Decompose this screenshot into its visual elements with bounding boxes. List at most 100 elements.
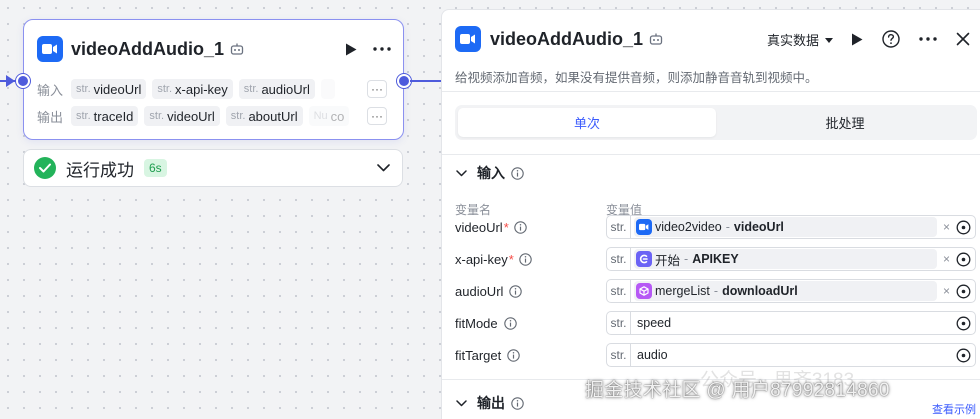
info-icon: [514, 220, 527, 234]
variable-row-videourl: videoUrl * str. video2video - videoUrl ×: [455, 215, 980, 239]
chevron-down-icon: [456, 399, 467, 407]
node-detail-panel: videoAddAudio_1 真实数据 给视频添加音频，如果没有提供音频，则添…: [441, 9, 980, 419]
run-duration-badge: 6s: [144, 159, 167, 177]
video-icon: [636, 219, 652, 235]
variable-picker-icon[interactable]: [956, 316, 971, 331]
robot-icon: [649, 33, 663, 46]
reference-field: APIKEY: [692, 252, 739, 266]
outputs-label: 输出: [37, 109, 64, 125]
info-icon: [507, 348, 520, 362]
variable-row-fittarget: fitTarget str. audio: [455, 343, 980, 367]
output-port[interactable]: [397, 74, 411, 88]
input-chip-overflow: [320, 79, 335, 99]
chevron-down-icon[interactable]: [377, 164, 390, 172]
clear-reference-button[interactable]: ×: [943, 252, 950, 266]
data-mode-select[interactable]: 真实数据: [767, 30, 833, 49]
robot-icon: [230, 43, 244, 56]
output-chip: str. videoUrl: [144, 106, 220, 126]
close-icon[interactable]: [956, 32, 970, 46]
reference-source: 开始: [655, 253, 681, 268]
info-icon: [503, 316, 517, 330]
help-icon[interactable]: [882, 30, 900, 48]
type-tag: str.: [607, 344, 631, 366]
panel-header: videoAddAudio_1 真实数据: [455, 26, 970, 52]
clear-reference-button[interactable]: ×: [943, 284, 950, 298]
variable-value-input[interactable]: speed: [637, 316, 956, 330]
output-section-title: 输出: [477, 395, 505, 411]
output-chip-overflow: Nu co: [308, 106, 350, 126]
info-icon: [511, 166, 524, 180]
inputs-more-button[interactable]: ···: [367, 80, 387, 98]
panel-description: 给视频添加音频，如果没有提供音频，则添加静音音轨到视频中。: [455, 71, 818, 85]
variable-picker-icon[interactable]: [956, 348, 971, 363]
type-tag: str.: [607, 280, 631, 302]
run-status-text: 运行成功: [66, 160, 134, 180]
variable-name: audioUrl: [455, 283, 504, 299]
run-status-bar[interactable]: 运行成功 6s: [23, 149, 403, 187]
run-test-button[interactable]: [851, 33, 863, 46]
data-mode-value: 真实数据: [766, 32, 819, 48]
output-section-header[interactable]: 输出: [456, 393, 524, 413]
reference-chip[interactable]: video2video - videoUrl: [634, 217, 937, 237]
variable-name: x-api-key: [455, 251, 508, 267]
panel-more-button[interactable]: [919, 37, 937, 41]
view-example-link[interactable]: 查看示例: [932, 401, 976, 417]
required-mark: *: [503, 219, 509, 235]
divider: [442, 154, 980, 155]
variable-value-input[interactable]: audio: [637, 348, 956, 362]
variable-value-field[interactable]: str. 开始 - APIKEY ×: [606, 247, 976, 271]
reference-source: video2video: [655, 220, 722, 234]
success-check-icon: [34, 157, 56, 179]
input-section-header[interactable]: 输入: [456, 163, 524, 183]
watermark: 掘金技术社区 @ 用户87992814860: [585, 380, 890, 401]
outputs-more-button[interactable]: ···: [367, 107, 387, 125]
type-tag: str.: [607, 312, 631, 334]
start-icon: [636, 251, 652, 267]
node-outputs-row: 输出 str. traceId str. videoUrl str. aboutUrl…: [37, 106, 387, 126]
variable-row-x-api-key: x-api-key * str. 开始 - APIKEY ×: [455, 247, 980, 271]
node-inputs-row: 输入 str. videoUrl str. x-api-key str. audioU…: [37, 79, 387, 99]
reference-source: mergeList: [655, 284, 710, 298]
node-header: videoAddAudio_1: [37, 36, 391, 62]
reference-field: videoUrl: [733, 220, 784, 234]
variable-value-field[interactable]: str. video2video - videoUrl ×: [606, 215, 976, 239]
input-chip: str. audioUrl: [238, 79, 315, 99]
panel-title: videoAddAudio_1: [490, 28, 644, 49]
cube-icon: [636, 283, 652, 299]
reference-field: downloadUrl: [722, 284, 798, 298]
variable-name: fitTarget: [455, 347, 502, 363]
node-card[interactable]: videoAddAudio_1 输入 str. videoUrl str. x-ap…: [23, 19, 404, 140]
variable-picker-icon[interactable]: [956, 252, 971, 267]
tab-batch[interactable]: 批处理: [716, 108, 974, 137]
reference-chip[interactable]: 开始 - APIKEY: [634, 249, 937, 269]
run-mode-tabs: 单次 批处理: [455, 105, 977, 140]
variable-picker-icon[interactable]: [956, 220, 971, 235]
variable-name: videoUrl: [455, 219, 503, 235]
chevron-down-icon: [456, 169, 467, 177]
variable-value-field[interactable]: str. speed: [606, 311, 976, 335]
outgoing-edge: [410, 80, 442, 82]
caret-down-icon: [825, 32, 833, 47]
node-title: videoAddAudio_1: [71, 38, 225, 59]
input-chip: str. videoUrl: [71, 79, 147, 99]
type-tag: str.: [607, 216, 631, 238]
type-tag: str.: [607, 248, 631, 270]
video-icon: [37, 36, 63, 62]
output-chip: str. traceId: [71, 106, 139, 126]
input-port[interactable]: [16, 74, 30, 88]
variable-row-audiourl: audioUrl str. mergeList - downloadUrl ×: [455, 279, 980, 303]
input-section-title: 输入: [477, 165, 505, 181]
variable-value-field[interactable]: str. audio: [606, 343, 976, 367]
required-mark: *: [508, 251, 514, 267]
tab-single[interactable]: 单次: [458, 108, 716, 137]
info-icon: [519, 252, 532, 266]
variable-picker-icon[interactable]: [956, 284, 971, 299]
clear-reference-button[interactable]: ×: [943, 220, 950, 234]
variable-name: fitMode: [455, 315, 498, 331]
run-node-button[interactable]: [345, 43, 357, 56]
incoming-edge-arrow: [6, 75, 15, 87]
variable-value-field[interactable]: str. mergeList - downloadUrl ×: [606, 279, 976, 303]
info-icon: [511, 396, 524, 410]
node-more-button[interactable]: [373, 47, 391, 51]
reference-chip[interactable]: mergeList - downloadUrl: [634, 281, 937, 301]
